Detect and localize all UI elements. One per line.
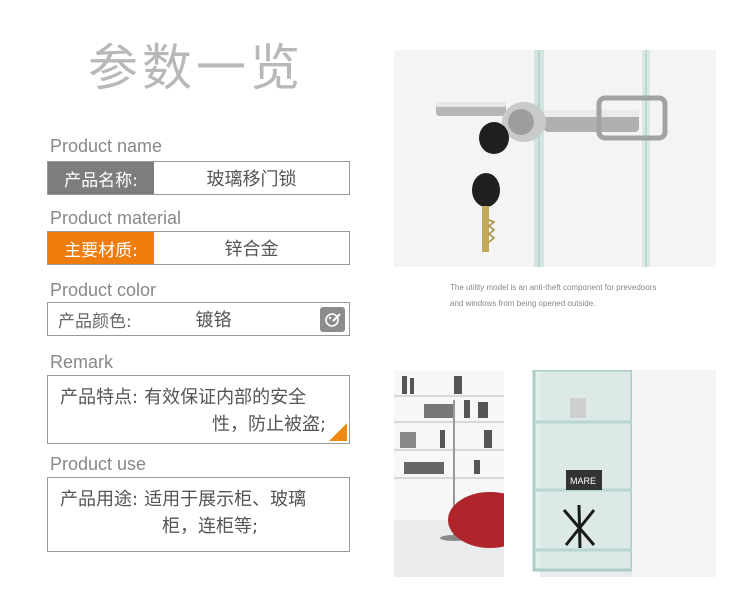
- product-name-row: 产品名称: 玻璃移门锁: [47, 161, 350, 195]
- product-material-row: 主要材质: 锌合金: [47, 231, 350, 265]
- caption-line1: The utility model is an anti-theft compo…: [450, 283, 657, 292]
- product-use-box: 产品用途: 适用于展示柜、玻璃 柜，连柜等;: [47, 477, 350, 552]
- palette-icon: [320, 307, 345, 332]
- product-name-heading: Product name: [50, 136, 163, 156]
- product-use-label: 产品用途:: [60, 489, 139, 510]
- product-material-heading: Product material: [50, 208, 182, 228]
- product-material-label: 主要材质:: [48, 232, 154, 264]
- product-material-value: 锌合金: [224, 239, 279, 260]
- caption-line2: and windows from being opened outside.: [450, 299, 596, 308]
- product-name-label: 产品名称:: [48, 162, 154, 194]
- product-color-value: 镀铬: [195, 310, 232, 331]
- product-color-label: 产品颜色:: [58, 311, 132, 332]
- book-title-text: MARE: [570, 476, 596, 486]
- showcase-photo: MARE: [394, 370, 716, 577]
- product-use-value-line1: 适用于展示柜、玻璃: [144, 489, 307, 510]
- product-color-row: 产品颜色: 镀铬: [47, 302, 350, 336]
- page-title: 参数一览: [88, 39, 304, 97]
- remark-box: 产品特点: 有效保证内部的安全 性，防止被盗;: [47, 375, 350, 444]
- product-use-heading: Product use: [50, 454, 147, 474]
- remark-value-line1: 有效保证内部的安全: [144, 387, 307, 408]
- product-name-value: 玻璃移门锁: [206, 169, 297, 190]
- lock-photo: [394, 50, 716, 267]
- corner-accent: [329, 423, 347, 441]
- remark-label: 产品特点:: [60, 387, 139, 408]
- remark-heading: Remark: [50, 352, 114, 372]
- product-use-value-line2: 柜，连柜等;: [162, 516, 259, 537]
- product-color-heading: Product color: [50, 280, 157, 300]
- remark-value-line2: 性，防止被盗;: [212, 414, 327, 435]
